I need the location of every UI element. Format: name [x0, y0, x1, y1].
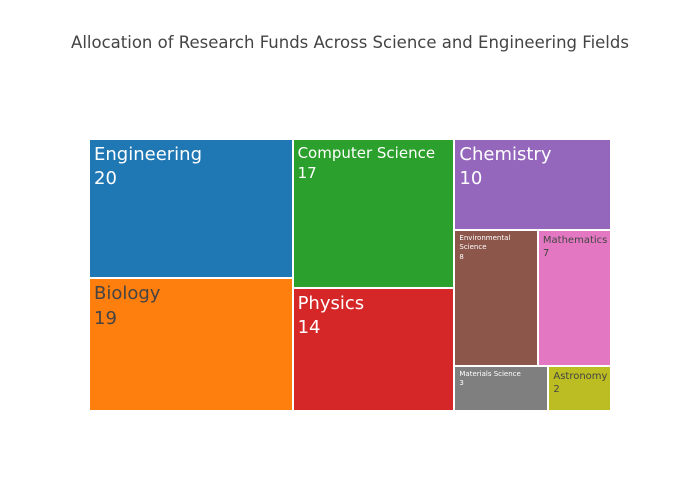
treemap-tile-astronomy[interactable]: Astronomy 2 [549, 366, 610, 410]
treemap-tile-label: Materials Science 3 [459, 369, 521, 388]
treemap-tile-label: Environmental Science 8 [459, 233, 511, 261]
treemap-tile-physics[interactable]: Physics 14 [293, 289, 454, 410]
treemap-tile-materials-science[interactable]: Materials Science 3 [455, 366, 548, 410]
treemap-tile-label: Chemistry 10 [459, 144, 552, 190]
treemap-tile-label: Mathematics 7 [542, 234, 608, 260]
treemap-tile-label: Biology 19 [94, 283, 161, 329]
treemap-tile-chemistry[interactable]: Chemistry 10 [455, 140, 610, 229]
treemap-tile-label: Computer Science 17 [297, 144, 436, 183]
chart-title: Allocation of Research Funds Across Scie… [71, 33, 629, 52]
treemap-tile-computer-science[interactable]: Computer Science 17 [293, 140, 454, 288]
treemap-tile-environmental-science[interactable]: Environmental Science 8 [455, 230, 537, 365]
treemap-tile-label: Engineering 20 [94, 144, 202, 190]
treemap-tile-biology[interactable]: Biology 19 [90, 279, 292, 410]
treemap-tile-label: Physics 14 [297, 293, 365, 339]
treemap-tile-label: Astronomy 2 [553, 370, 608, 396]
treemap-tile-engineering[interactable]: Engineering 20 [90, 140, 292, 278]
treemap: Engineering 20 Biology 19 Computer Science… [89, 139, 611, 411]
treemap-tile-mathematics[interactable]: Mathematics 7 [538, 230, 610, 365]
